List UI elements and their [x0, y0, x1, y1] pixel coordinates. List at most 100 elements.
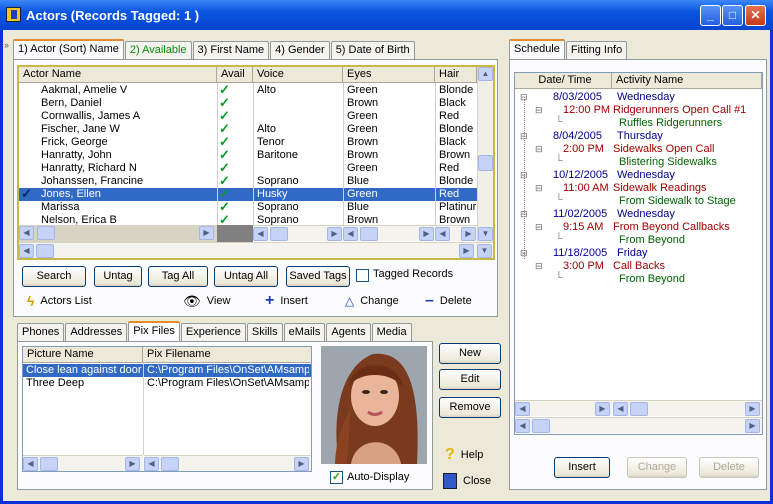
tab-actor-name[interactable]: 1) Actor (Sort) Name [13, 39, 124, 59]
schedule-date[interactable]: 11/02/2005 [553, 208, 607, 221]
untag-button[interactable]: Untag [94, 266, 142, 287]
actors-grid[interactable]: Actor Name Avail Voice Eyes Hair Aakmal,… [17, 65, 495, 260]
actors-hscrollbar[interactable]: ◀ ▶ ▼ [19, 242, 493, 258]
tab-experience[interactable]: Experience [180, 323, 246, 341]
schedule-activity[interactable]: From Beyond Callbacks [613, 221, 730, 234]
edit-button[interactable]: Edit [439, 369, 501, 390]
tab-agents[interactable]: Agents [326, 323, 371, 341]
table-row[interactable]: Three Deep C:\Program Files\OnSet\AMsamp\ [23, 377, 311, 390]
schedule-delete-button[interactable]: Delete [699, 457, 759, 478]
schedule-tree[interactable]: Date/ Time Activity Name ⊟ 8/03/2005 Wedne… [514, 72, 763, 435]
table-row[interactable]: Aakmal, Amelie V Alto Green Blonde ✓ [19, 83, 477, 97]
close-window-button[interactable]: ✕ [745, 5, 766, 26]
expand-time-icon[interactable]: ⊟ [535, 143, 543, 156]
hair-hscroll[interactable]: ◀ ▶ [435, 225, 477, 241]
voice-hscroll[interactable]: ◀ ▶ [253, 225, 343, 241]
expand-arrow-icon[interactable]: » [4, 40, 9, 50]
schedule-date[interactable]: 8/03/2005 [553, 91, 602, 104]
tab-media[interactable]: Media [371, 323, 412, 341]
schedule-day-of-week[interactable]: Wednesday [617, 91, 675, 104]
col-pix-filename[interactable]: Pix Filename [143, 347, 311, 363]
schedule-date[interactable]: 8/04/2005 [553, 130, 602, 143]
col-hair[interactable]: Hair [435, 67, 477, 83]
delete-button[interactable]: – Delete [425, 292, 472, 310]
schedule-day-of-week[interactable]: Wednesday [617, 208, 675, 221]
pix-name-hscroll[interactable]: ◀ ▶ [23, 455, 143, 471]
expand-time-icon[interactable]: ⊟ [535, 104, 543, 117]
expand-time-icon[interactable]: ⊟ [535, 221, 543, 234]
date-hscroll[interactable]: ◀ ▶ [515, 400, 612, 416]
tab-available[interactable]: 2) Available [124, 41, 192, 59]
table-row[interactable]: Johanssen, Francine Soprano Blue Blonde ✓ [19, 174, 477, 188]
schedule-place[interactable]: From Sidewalk to Stage [619, 195, 736, 208]
table-row[interactable]: Frick, George Tenor Brown Black ✓ [19, 135, 477, 149]
scroll-down-icon[interactable]: ▼ [478, 227, 493, 241]
pix-file-hscroll[interactable]: ◀ ▶ [144, 455, 311, 471]
col-activity-name[interactable]: Activity Name [612, 73, 762, 89]
col-eyes[interactable]: Eyes [343, 67, 435, 83]
title-bar[interactable]: Actors (Records Tagged: 1 ) _ □ ✕ [0, 0, 773, 30]
actors-vscrollbar[interactable]: ▲ ▼ [477, 67, 493, 243]
col-voice[interactable]: Voice [253, 67, 343, 83]
scroll-thumb[interactable] [478, 155, 493, 171]
tab-skills[interactable]: Skills [246, 323, 283, 341]
pix-grid[interactable]: Picture Name Pix Filename Close lean aga… [22, 346, 312, 472]
view-button[interactable]: 👁 View [183, 292, 230, 310]
tab-first-name[interactable]: 3) First Name [192, 41, 270, 59]
new-button[interactable]: New [439, 343, 501, 364]
table-row[interactable]: Close lean against door C:\Program Files\… [23, 364, 311, 377]
schedule-place[interactable]: From Beyond [619, 273, 685, 286]
tagged-records-checkbox[interactable] [356, 269, 369, 282]
saved-tags-button[interactable]: Saved Tags [286, 266, 350, 287]
tab-addresses[interactable]: Addresses [65, 323, 128, 341]
table-row[interactable]: Jones, Ellen Husky Green Red ✓ ✓ [19, 187, 477, 201]
tab-schedule[interactable]: Schedule [509, 39, 565, 59]
schedule-date[interactable]: 11/18/2005 [553, 247, 607, 260]
actors-list-button[interactable]: ϟ Actors List [27, 292, 92, 310]
schedule-place[interactable]: Blistering Sidewalks [619, 156, 717, 169]
change-button[interactable]: △ Change [345, 292, 399, 310]
table-row[interactable]: Hanratty, John Baritone Brown Brown ✓ [19, 148, 477, 162]
schedule-place[interactable]: From Beyond [619, 234, 685, 247]
minimize-button[interactable]: _ [700, 5, 721, 26]
schedule-activity[interactable]: Ridgerunners Open Call #1 [613, 104, 746, 117]
schedule-time[interactable]: 3:00 PM [563, 260, 604, 273]
tab-fitting-info[interactable]: Fitting Info [565, 41, 628, 59]
activity-hscroll[interactable]: ◀ ▶ [613, 400, 762, 416]
schedule-change-button[interactable]: Change [627, 457, 687, 478]
search-button[interactable]: Search [22, 266, 86, 287]
tag-all-button[interactable]: Tag All [148, 266, 208, 287]
schedule-time[interactable]: 12:00 PM [563, 104, 610, 117]
schedule-place[interactable]: Ruffles Ridgerunners [619, 117, 722, 130]
frozen-hscroll[interactable]: ◀ ▶ [19, 225, 217, 242]
table-row[interactable]: Bern, Daniel Brown Black ✓ [19, 96, 477, 110]
tag-check-icon[interactable]: ✓ [21, 187, 32, 200]
schedule-time[interactable]: 11:00 AM [563, 182, 609, 195]
remove-button[interactable]: Remove [439, 397, 501, 418]
schedule-activity[interactable]: Call Backs [613, 260, 665, 273]
eyes-hscroll[interactable]: ◀ ▶ [343, 225, 435, 241]
table-row[interactable]: Hanratty, Richard N Green Red ✓ [19, 161, 477, 175]
help-button[interactable]: ? Help [445, 446, 483, 464]
table-row[interactable]: Marissa Soprano Blue Platinur ✓ [19, 200, 477, 214]
schedule-day-of-week[interactable]: Thursday [617, 130, 663, 143]
table-row[interactable]: Cornwallis, James A Green Red ✓ [19, 109, 477, 123]
col-date-time[interactable]: Date/ Time [515, 73, 612, 89]
expand-time-icon[interactable]: ⊟ [535, 182, 543, 195]
col-picture-name[interactable]: Picture Name [23, 347, 143, 363]
tab-date-of-birth[interactable]: 5) Date of Birth [330, 41, 415, 59]
auto-display-checkbox[interactable]: ✓ [330, 471, 343, 484]
expand-time-icon[interactable]: ⊟ [535, 260, 543, 273]
schedule-date[interactable]: 10/12/2005 [553, 169, 608, 182]
schedule-hscrollbar[interactable]: ◀ ▶ [515, 417, 762, 433]
schedule-day-of-week[interactable]: Wednesday [617, 169, 675, 182]
tab-pix-files[interactable]: Pix Files [128, 321, 180, 341]
schedule-day-of-week[interactable]: Friday [617, 247, 648, 260]
tab-phones[interactable]: Phones [17, 323, 65, 341]
untag-all-button[interactable]: Untag All [214, 266, 278, 287]
maximize-button[interactable]: □ [722, 5, 743, 26]
schedule-insert-button[interactable]: Insert [554, 457, 610, 478]
close-button[interactable]: Close [443, 472, 491, 490]
col-actor-name[interactable]: Actor Name [19, 67, 217, 83]
schedule-activity[interactable]: Sidewalk Readings [613, 182, 707, 195]
